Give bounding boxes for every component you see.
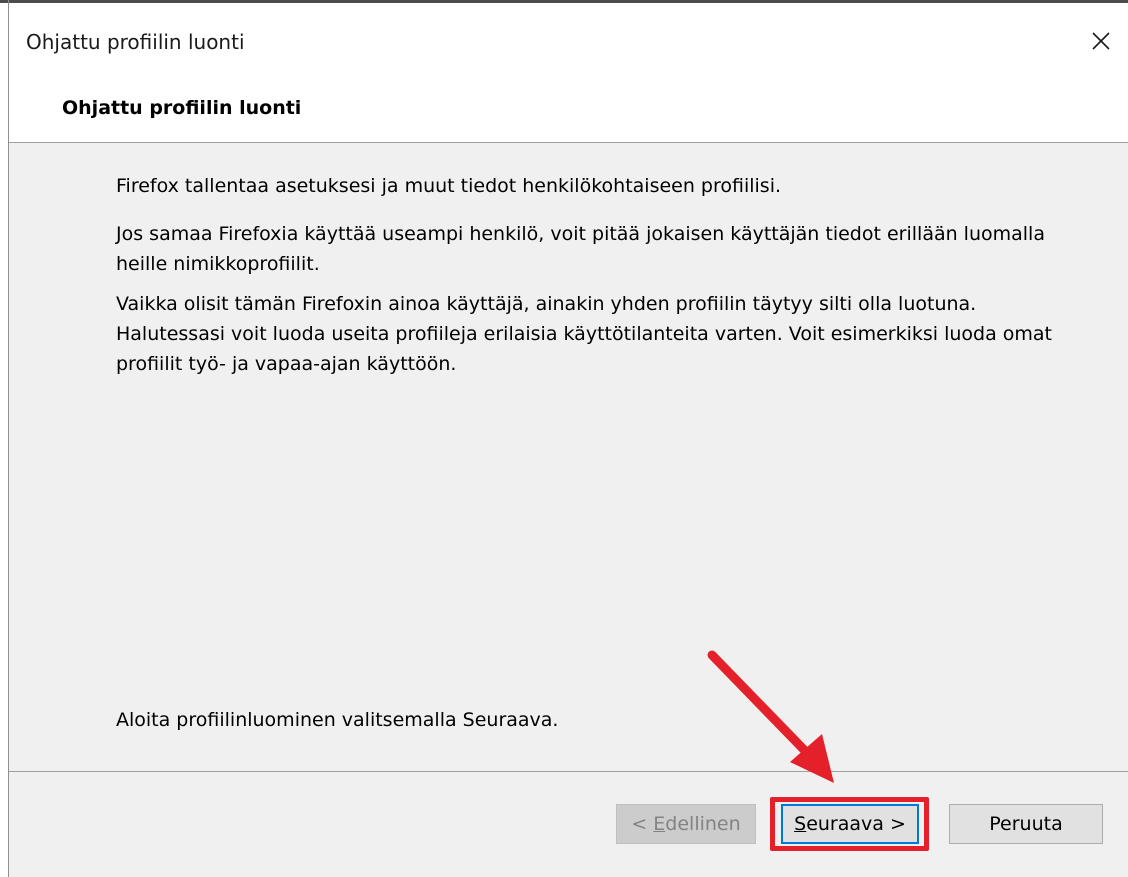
wizard-footer: < Edellinen Seuraava > Peruuta <box>9 772 1128 877</box>
next-button-mnemonic: S <box>794 813 807 835</box>
back-button-mnemonic: E <box>653 813 666 835</box>
back-button-prefix: < <box>631 813 654 835</box>
single-user-paragraph: Vaikka olisit tämän Firefoxin ainoa käyt… <box>116 293 1053 375</box>
profile-wizard-window: Ohjattu profiilin luonti Ohjattu profiil… <box>0 0 1128 877</box>
window-title: Ohjattu profiilin luonti <box>26 30 245 54</box>
multi-user-paragraph: Jos samaa Firefoxia käyttää useampi henk… <box>116 223 1045 275</box>
instruction-text: Aloita profiilinluominen valitsemalla Se… <box>116 709 559 731</box>
wizard-header: Ohjattu profiilin luonti <box>9 79 1128 142</box>
wizard-content: Firefox tallentaa asetuksesi ja muut tie… <box>9 143 1128 771</box>
cancel-button-label: Peruuta <box>989 813 1063 835</box>
intro-paragraph: Firefox tallentaa asetuksesi ja muut tie… <box>116 175 782 197</box>
wizard-page-title: Ohjattu profiilin luonti <box>62 97 302 119</box>
next-button[interactable]: Seuraava > <box>781 804 919 844</box>
back-button-label: dellinen <box>665 813 741 835</box>
close-button[interactable] <box>1074 3 1128 79</box>
cancel-button[interactable]: Peruuta <box>949 804 1103 844</box>
title-bar: Ohjattu profiilin luonti <box>9 3 1128 79</box>
back-button[interactable]: < Edellinen <box>616 804 756 844</box>
close-icon <box>1092 32 1110 50</box>
next-button-label: euraava > <box>806 813 906 835</box>
